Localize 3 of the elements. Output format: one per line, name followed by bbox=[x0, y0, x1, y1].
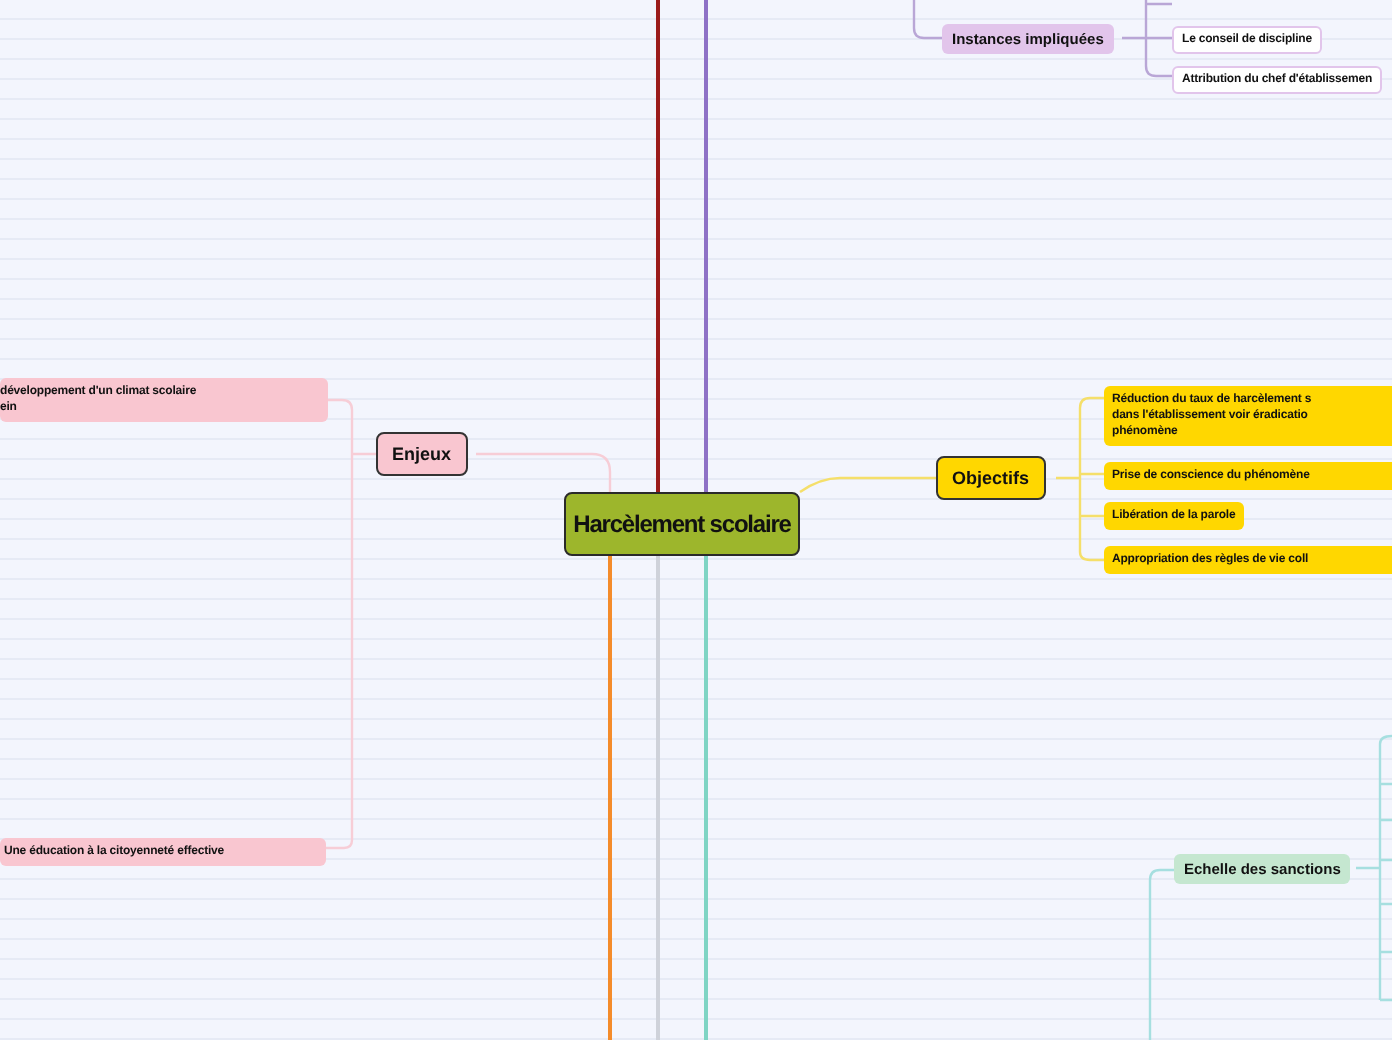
topic-node[interactable]: Enjeux bbox=[376, 432, 468, 476]
central-topic[interactable]: Harcèlement scolaire bbox=[564, 492, 800, 556]
topic-node[interactable]: Objectifs bbox=[936, 456, 1046, 500]
